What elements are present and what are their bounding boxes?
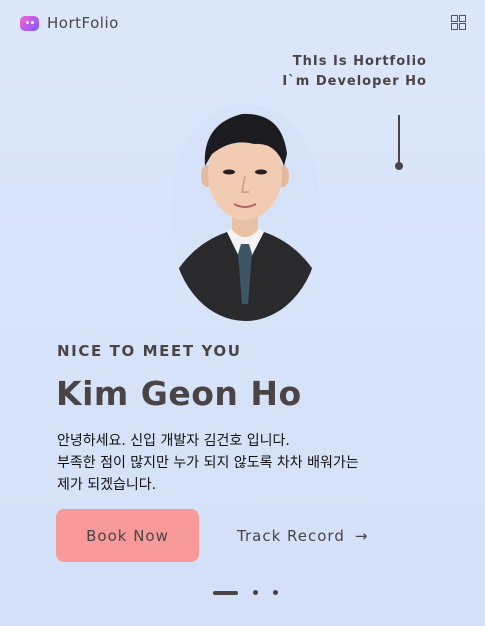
decorative-dot	[395, 162, 403, 170]
tagline-line-2: I`m Developer Ho	[282, 74, 427, 89]
intro-line-3: 제가 되겠습니다.	[57, 477, 157, 493]
carousel-dot-3[interactable]	[273, 590, 278, 595]
brand-name: HortFolio	[47, 14, 119, 32]
hero-name: Kim Geon Ho	[56, 374, 302, 413]
intro-line-2: 부족한 점이 많지만 누가 되지 않도록 차차 배워가는	[57, 455, 359, 471]
carousel-indicator	[213, 589, 283, 597]
top-bar: HortFolio	[0, 0, 485, 46]
intro-text: 안녕하세요. 신입 개발자 김건호 입니다. 부족한 점이 많지만 누가 되지 …	[57, 430, 437, 496]
intro-line-1: 안녕하세요. 신입 개발자 김건호 입니다.	[57, 433, 290, 449]
logo[interactable]: HortFolio	[20, 14, 119, 32]
track-record-link[interactable]: Track Record →	[237, 522, 368, 550]
grid-icon[interactable]	[451, 15, 467, 31]
carousel-dot-2[interactable]	[253, 590, 258, 595]
kicker-text: NICE TO MEET YOU	[57, 342, 242, 360]
carousel-dot-active[interactable]	[213, 591, 238, 595]
chat-bubble-icon	[20, 15, 39, 31]
book-now-button[interactable]: Book Now	[56, 509, 199, 562]
tagline-line-1: ThIs Is Hortfolio	[292, 54, 427, 69]
decorative-line	[398, 115, 400, 165]
profile-photo	[172, 104, 319, 321]
tagline: ThIs Is Hortfolio I`m Developer Ho	[282, 52, 427, 92]
track-record-label: Track Record	[237, 527, 345, 545]
arrow-right-icon: →	[354, 527, 369, 545]
